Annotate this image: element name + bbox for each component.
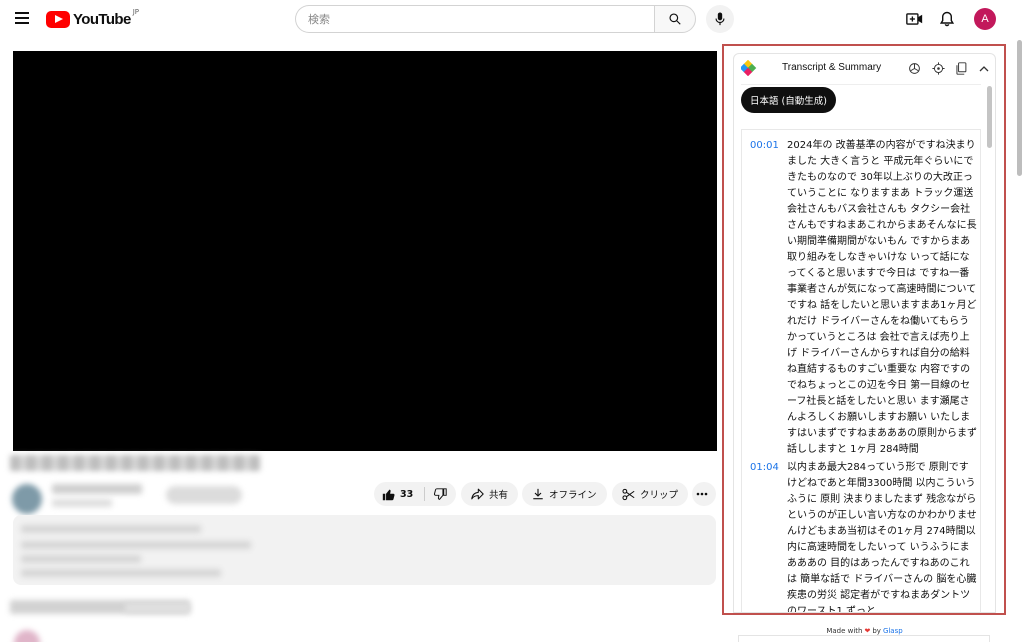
hamburger-menu-icon[interactable] bbox=[12, 9, 32, 29]
bell-icon bbox=[940, 11, 954, 27]
search-input[interactable]: 検索 bbox=[295, 5, 654, 33]
offline-label: オフライン bbox=[549, 490, 597, 501]
copy-transcript-button[interactable] bbox=[953, 60, 969, 76]
search-button[interactable] bbox=[654, 5, 696, 33]
segment-text: 2024年の 改善基準の内容がですね決まりました 大きく言うと 平成元年ぐらいに… bbox=[787, 140, 977, 455]
youtube-watch-page: YouTube JP 検索 A 33 共有 オフライン クリップ Transcr… bbox=[0, 0, 1024, 642]
share-button[interactable]: 共有 bbox=[461, 482, 519, 506]
panel-scrollbar-track bbox=[987, 84, 993, 612]
offline-download-button[interactable]: オフライン bbox=[522, 482, 607, 506]
heart-icon: ❤ bbox=[864, 627, 871, 635]
footer-made-with: Made with bbox=[826, 627, 863, 635]
video-player[interactable] bbox=[13, 51, 717, 451]
scissors-icon bbox=[622, 488, 635, 500]
transcript-summary-panel: Transcript & Summary 日本語 (自動生成) 00:01 20… bbox=[733, 53, 996, 613]
like-dislike-group: 33 bbox=[374, 482, 456, 506]
clip-button[interactable]: クリップ bbox=[612, 482, 689, 506]
panel-divider bbox=[741, 84, 981, 85]
share-icon bbox=[471, 488, 484, 500]
chevron-up-icon bbox=[979, 65, 989, 71]
crosshair-icon bbox=[931, 61, 945, 75]
microphone-icon bbox=[715, 12, 725, 26]
description-box[interactable] bbox=[13, 515, 716, 585]
more-horizontal-icon bbox=[696, 492, 707, 496]
description-line bbox=[21, 569, 221, 577]
language-selector-button[interactable]: 日本語 (自動生成) bbox=[741, 87, 836, 113]
comments-sort-blurred bbox=[125, 603, 190, 613]
notifications-button[interactable] bbox=[937, 9, 957, 29]
voice-search-button[interactable] bbox=[706, 5, 734, 33]
panel-scrollbar-thumb[interactable] bbox=[987, 86, 992, 148]
panel-title: Transcript & Summary bbox=[782, 62, 882, 73]
subscribe-button-blurred[interactable] bbox=[166, 486, 242, 504]
search-bar: 検索 bbox=[295, 5, 696, 33]
page-scrollbar-thumb[interactable] bbox=[1017, 40, 1022, 176]
subscriber-count-blurred bbox=[52, 499, 112, 507]
like-count: 33 bbox=[400, 488, 414, 500]
description-line bbox=[21, 541, 251, 549]
glasp-logo-icon bbox=[741, 60, 757, 76]
collapse-panel-button[interactable] bbox=[976, 60, 992, 76]
create-video-icon bbox=[905, 13, 922, 25]
video-title-blurred bbox=[10, 455, 260, 471]
download-icon bbox=[533, 488, 543, 500]
clip-label: クリップ bbox=[640, 490, 679, 501]
panel-bottom-edge bbox=[738, 635, 990, 642]
comment-avatar bbox=[14, 630, 40, 642]
account-avatar[interactable]: A bbox=[974, 8, 996, 30]
segment-timestamp[interactable]: 01:04 bbox=[750, 460, 779, 476]
masthead: YouTube JP 検索 A bbox=[0, 0, 1024, 38]
logo-region: JP bbox=[132, 8, 140, 16]
youtube-logo[interactable]: YouTube JP bbox=[46, 8, 140, 29]
logo-text: YouTube bbox=[73, 10, 131, 28]
share-label: 共有 bbox=[489, 490, 509, 501]
create-video-button[interactable] bbox=[904, 9, 924, 29]
description-line bbox=[21, 525, 201, 533]
search-icon bbox=[669, 13, 681, 25]
channel-avatar[interactable] bbox=[12, 484, 42, 514]
thumbs-up-icon bbox=[382, 489, 395, 500]
more-actions-button[interactable] bbox=[692, 482, 716, 506]
description-line bbox=[21, 555, 141, 563]
copy-icon bbox=[956, 61, 967, 75]
segment-timestamp[interactable]: 00:01 bbox=[750, 138, 779, 154]
jump-to-current-button[interactable] bbox=[930, 60, 946, 76]
footer-by: by bbox=[872, 627, 881, 635]
chatgpt-summary-button[interactable] bbox=[906, 60, 922, 76]
thumbs-down-icon bbox=[434, 487, 447, 500]
segment-text: 以内まあ最大284っていう形で 原則ですけどねであと年間3300時間 以内こうい… bbox=[787, 462, 977, 613]
transcript-list: 00:01 2024年の 改善基準の内容がですね決まりました 大きく言うと 平成… bbox=[741, 129, 981, 613]
youtube-play-icon bbox=[46, 10, 70, 28]
glasp-link[interactable]: Glasp bbox=[883, 627, 903, 635]
openai-icon bbox=[908, 62, 920, 74]
dislike-button[interactable] bbox=[425, 482, 456, 506]
panel-header: Transcript & Summary bbox=[734, 54, 995, 82]
like-button[interactable]: 33 bbox=[374, 482, 424, 506]
channel-name-blurred[interactable] bbox=[52, 484, 142, 494]
